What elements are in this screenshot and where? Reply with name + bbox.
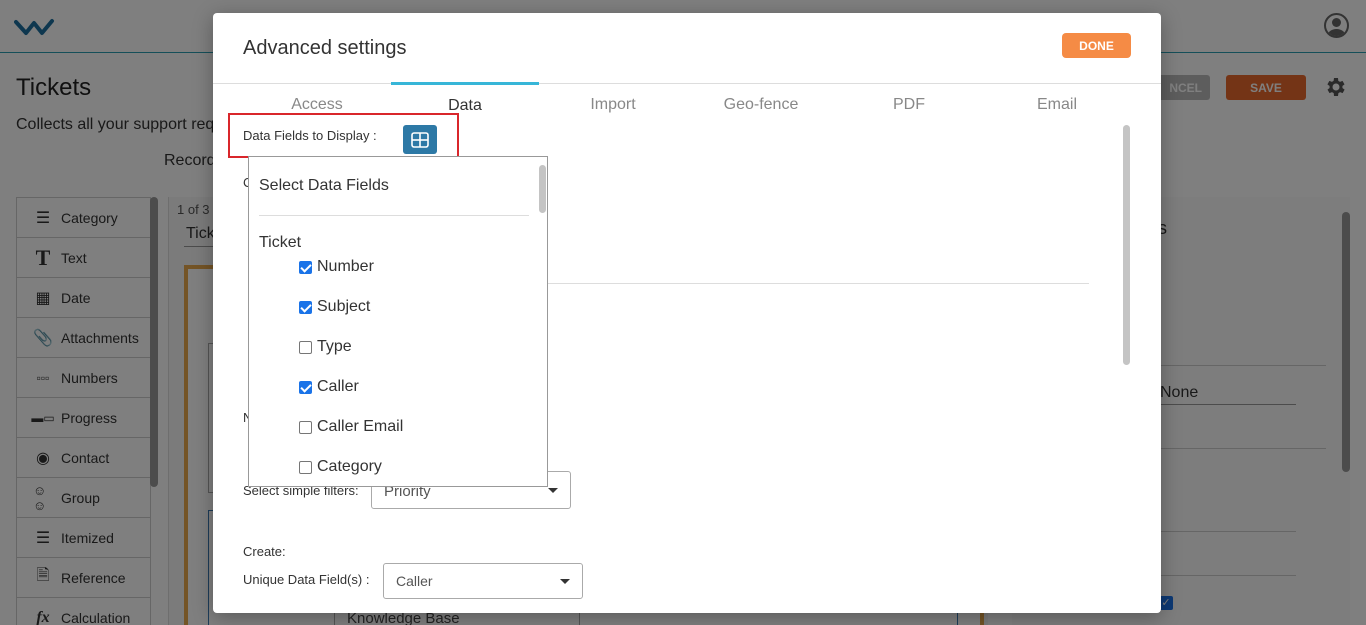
checkbox[interactable]	[299, 340, 312, 354]
chevron-down-icon	[548, 488, 558, 493]
checkbox[interactable]	[299, 300, 312, 314]
field-option-category[interactable]: Category	[299, 457, 382, 477]
checkbox[interactable]	[299, 380, 312, 394]
unique-fields-select[interactable]: Caller	[383, 563, 583, 599]
field-option-caller[interactable]: Caller	[299, 377, 359, 397]
grid-icon	[411, 131, 429, 148]
modal-scrollbar[interactable]	[1123, 125, 1130, 365]
dropdown-divider	[259, 215, 529, 216]
section-divider	[523, 283, 1089, 284]
field-option-type[interactable]: Type	[299, 337, 352, 357]
checkbox[interactable]	[299, 460, 312, 474]
create-label: Create:	[243, 544, 286, 559]
data-fields-dropdown: Select Data Fields Ticket Number Subject…	[248, 156, 548, 487]
advanced-settings-modal: Advanced settings DONE Access Data Impor…	[213, 13, 1161, 613]
data-fields-label: Data Fields to Display :	[243, 128, 377, 143]
unique-fields-label: Unique Data Field(s) :	[243, 572, 370, 587]
field-option-subject[interactable]: Subject	[299, 297, 370, 317]
active-tab-indicator	[391, 82, 539, 85]
checkbox[interactable]	[299, 260, 312, 274]
dropdown-header: Select Data Fields	[259, 177, 389, 194]
field-option-number[interactable]: Number	[299, 257, 374, 277]
tab-access[interactable]: Access	[243, 96, 391, 114]
tab-import[interactable]: Import	[539, 96, 687, 114]
tab-geo-fence[interactable]: Geo-fence	[687, 96, 835, 114]
done-button[interactable]: DONE	[1062, 33, 1131, 58]
field-option-caller-email[interactable]: Caller Email	[299, 417, 403, 437]
dropdown-group-label: Ticket	[259, 234, 302, 251]
dropdown-scrollbar[interactable]	[539, 165, 546, 213]
chevron-down-icon	[560, 579, 570, 584]
data-fields-button[interactable]	[403, 125, 437, 154]
modal-header-divider	[213, 83, 1161, 84]
tab-email[interactable]: Email	[983, 96, 1131, 114]
tab-pdf[interactable]: PDF	[835, 96, 983, 114]
modal-title: Advanced settings	[243, 37, 407, 59]
checkbox[interactable]	[299, 420, 312, 434]
